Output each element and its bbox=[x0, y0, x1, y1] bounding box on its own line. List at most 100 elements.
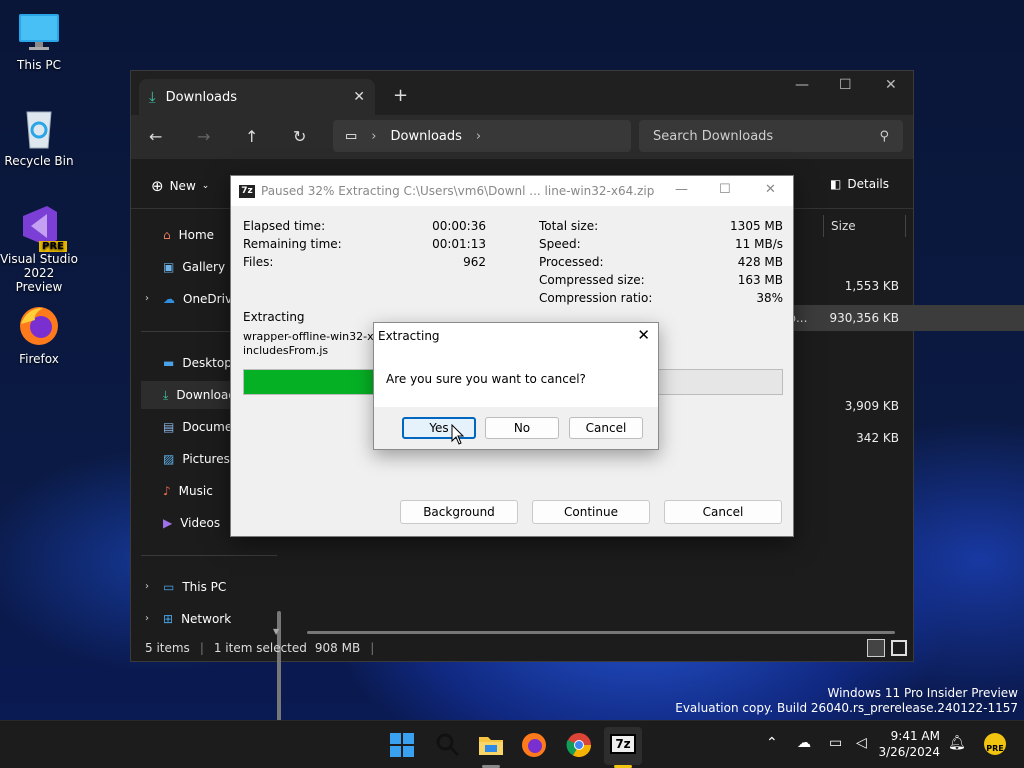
size-cell: 342 KB bbox=[856, 431, 899, 445]
minimize-icon[interactable]: — bbox=[675, 182, 688, 197]
current-file-name: includesFrom.js bbox=[243, 344, 329, 357]
chevron-up-icon[interactable]: ⌃ bbox=[766, 735, 778, 751]
close-icon[interactable]: ✕ bbox=[765, 182, 776, 197]
system-clock[interactable]: 9:41 AM 3/26/2024 bbox=[878, 728, 940, 760]
horizontal-scrollbar[interactable] bbox=[307, 631, 895, 634]
desktop-icon-label: Recycle Bin bbox=[4, 154, 74, 168]
visual-studio-icon: PRE bbox=[17, 204, 67, 252]
dialog-title: Paused 32% Extracting C:\Users\vm6\Downl… bbox=[261, 184, 655, 198]
navigation-bar: ← → ↑ ↻ ▭ › Downloads › Search Downloads… bbox=[131, 115, 913, 159]
network-icon: ⊞ bbox=[163, 612, 174, 626]
network-display-icon[interactable]: ▭ bbox=[829, 735, 842, 751]
forward-arrow-icon[interactable]: → bbox=[197, 127, 210, 146]
sidebar-item-label: Gallery bbox=[182, 260, 226, 274]
stat-value: 962 bbox=[463, 255, 486, 269]
desktop-icon-label: Firefox bbox=[19, 352, 59, 366]
minimize-icon[interactable]: — bbox=[795, 77, 809, 93]
status-separator: | bbox=[199, 641, 204, 655]
cloud-offline-icon[interactable]: ☁ bbox=[797, 735, 811, 751]
desktop-icon-label: This PC bbox=[17, 58, 61, 72]
maximize-icon[interactable]: ☐ bbox=[839, 77, 852, 93]
column-header-size[interactable]: Size bbox=[831, 219, 856, 233]
search-input[interactable]: Search Downloads ⚲ bbox=[639, 120, 903, 152]
sidebar-item-label: Videos bbox=[180, 516, 221, 530]
search-icon[interactable] bbox=[434, 731, 462, 759]
explorer-titlebar: ⤓ Downloads ✕ + — ☐ ✕ bbox=[131, 71, 913, 115]
stat-label: Files: bbox=[243, 255, 274, 269]
taskbar: 7z ⌃ ☁ ▭ ◁ 9:41 AM 3/26/2024 🔔︎ PRE bbox=[0, 720, 1024, 768]
close-tab-icon[interactable]: ✕ bbox=[353, 89, 365, 105]
details-label: Details bbox=[847, 177, 889, 191]
evaluation-watermark: Windows 11 Pro Insider Preview Evaluatio… bbox=[675, 686, 1018, 716]
close-icon[interactable]: ✕ bbox=[885, 77, 897, 93]
download-icon: ⤓ bbox=[149, 88, 156, 106]
desktop-icon-visual-studio[interactable]: PRE Visual Studio 2022 Preview bbox=[0, 204, 78, 294]
download-icon: ⤓ bbox=[163, 387, 169, 402]
new-button[interactable]: ⊕ New ⌄ bbox=[151, 177, 209, 195]
desktop-icon-recycle-bin[interactable]: Recycle Bin bbox=[0, 106, 78, 168]
chevron-right-icon: › bbox=[371, 128, 377, 144]
stat-value: 00:01:13 bbox=[432, 237, 486, 251]
sidebar-item-label: Pictures bbox=[182, 452, 230, 466]
cancel-button[interactable]: Cancel bbox=[664, 500, 782, 524]
stat-value: 1305 MB bbox=[730, 219, 783, 233]
watermark-line: Windows 11 Pro Insider Preview bbox=[827, 686, 1018, 700]
column-divider bbox=[905, 215, 906, 237]
clock-date: 3/26/2024 bbox=[878, 745, 940, 759]
sidebar-item-this-pc[interactable]: ▭ This PC bbox=[141, 573, 287, 601]
file-explorer-icon[interactable] bbox=[477, 731, 505, 759]
tab-downloads[interactable]: ⤓ Downloads ✕ bbox=[139, 79, 375, 115]
details-view-icon[interactable] bbox=[867, 639, 885, 657]
extracting-label: Extracting bbox=[243, 310, 305, 324]
stat-label: Remaining time: bbox=[243, 237, 342, 251]
chevron-down-icon: ⌄ bbox=[201, 181, 210, 191]
up-arrow-icon[interactable]: ↑ bbox=[245, 127, 258, 146]
desktop-folder-icon: ▬ bbox=[163, 356, 175, 370]
size-cell: 1,553 KB bbox=[844, 279, 899, 293]
firefox-icon[interactable] bbox=[520, 731, 548, 759]
sidebar-item-label: Music bbox=[178, 484, 213, 498]
sidebar-item-label: This PC bbox=[182, 580, 227, 594]
address-segment[interactable]: Downloads bbox=[391, 129, 462, 144]
background-button[interactable]: Background bbox=[400, 500, 518, 524]
stat-label: Compression ratio: bbox=[539, 291, 653, 305]
cancel-button[interactable]: Cancel bbox=[569, 417, 643, 439]
stat-value: 428 MB bbox=[737, 255, 783, 269]
sidebar-item-label: Network bbox=[181, 612, 232, 626]
cancel-confirmation-dialog: Extracting ✕ Are you sure you want to ca… bbox=[373, 322, 659, 450]
stat-label: Compressed size: bbox=[539, 273, 645, 287]
sidebar-item-network[interactable]: ⊞ Network bbox=[141, 605, 287, 633]
back-arrow-icon[interactable]: ← bbox=[149, 127, 162, 146]
no-button[interactable]: No bbox=[485, 417, 559, 439]
stat-label: Processed: bbox=[539, 255, 604, 269]
chevron-right-icon[interactable]: › bbox=[476, 129, 481, 144]
copilot-pre-icon[interactable]: PRE bbox=[984, 733, 1006, 755]
desktop-icon-this-pc[interactable]: This PC bbox=[0, 10, 78, 72]
refresh-icon[interactable]: ↻ bbox=[293, 127, 306, 146]
table-row-selected[interactable] bbox=[779, 305, 1024, 331]
videos-icon: ▶ bbox=[163, 516, 173, 530]
size-cell: 3,909 KB bbox=[844, 399, 899, 413]
search-icon: ⚲ bbox=[879, 128, 889, 144]
maximize-icon[interactable]: ☐ bbox=[719, 182, 731, 197]
dialog-titlebar: 7z Paused 32% Extracting C:\Users\vm6\Do… bbox=[231, 176, 793, 206]
chrome-icon[interactable] bbox=[565, 731, 593, 759]
recycle-bin-icon bbox=[17, 106, 61, 150]
status-bar: 5 items | 1 item selected 908 MB | bbox=[131, 635, 913, 661]
close-icon[interactable]: ✕ bbox=[637, 326, 650, 344]
desktop-icon-firefox[interactable]: Firefox bbox=[0, 304, 78, 366]
details-button[interactable]: ◧ Details bbox=[830, 177, 889, 191]
gallery-icon: ▣ bbox=[163, 260, 175, 274]
new-tab-button[interactable]: + bbox=[393, 85, 408, 106]
plus-circle-icon: ⊕ bbox=[151, 177, 164, 195]
start-windows-icon[interactable] bbox=[388, 731, 416, 759]
pc-icon: ▭ bbox=[345, 128, 358, 144]
monitor-icon bbox=[17, 10, 61, 54]
volume-muted-icon[interactable]: ◁ bbox=[856, 735, 867, 751]
mouse-cursor-icon bbox=[451, 424, 465, 445]
continue-button[interactable]: Continue bbox=[532, 500, 650, 524]
tiles-view-icon[interactable] bbox=[891, 640, 907, 656]
7zip-taskbar-icon[interactable]: 7z bbox=[610, 734, 636, 754]
address-bar[interactable]: ▭ › Downloads › bbox=[333, 120, 631, 152]
notification-bell-icon[interactable]: 🔔︎ bbox=[948, 735, 966, 751]
